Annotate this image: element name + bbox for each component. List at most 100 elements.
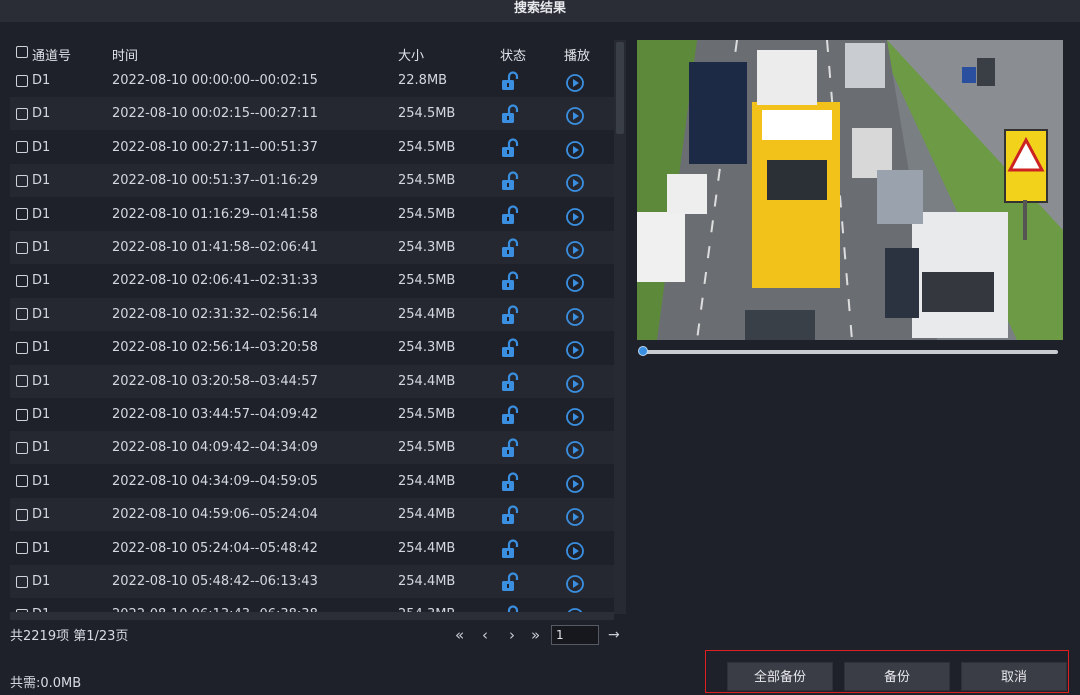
unlock-icon[interactable]	[500, 472, 520, 492]
last-page-icon[interactable]: »	[531, 626, 540, 644]
table-row[interactable]: D1 2022-08-10 05:48:42--06:13:43 254.4MB	[10, 565, 614, 598]
header-status: 状态	[500, 49, 527, 64]
row-checkbox[interactable]	[16, 465, 28, 498]
row-checkbox[interactable]	[16, 97, 28, 130]
scrollbar-thumb[interactable]	[616, 42, 624, 134]
play-icon[interactable]	[566, 506, 584, 527]
unlock-icon[interactable]	[500, 372, 520, 392]
unlock-icon[interactable]	[500, 238, 520, 258]
unlock-icon[interactable]	[500, 505, 520, 525]
next-page-icon[interactable]: ›	[509, 626, 515, 644]
unlock-icon[interactable]	[500, 205, 520, 225]
horizontal-scrollbar[interactable]	[10, 612, 614, 620]
row-channel: D1	[32, 139, 51, 155]
unlock-icon[interactable]	[500, 104, 520, 124]
play-icon[interactable]	[566, 540, 584, 560]
row-checkbox[interactable]	[16, 264, 28, 297]
backup-button[interactable]: 备份	[844, 662, 950, 691]
row-checkbox[interactable]	[16, 532, 28, 565]
play-icon[interactable]	[566, 373, 584, 393]
row-checkbox[interactable]	[16, 365, 28, 398]
first-page-icon[interactable]: «	[455, 626, 464, 644]
play-icon[interactable]	[566, 573, 584, 593]
video-preview[interactable]	[637, 40, 1063, 340]
row-time: 2022-08-10 00:02:15--00:27:11	[112, 106, 318, 122]
row-size: 254.5MB	[398, 139, 456, 155]
play-icon[interactable]	[566, 72, 584, 92]
row-checkbox[interactable]	[16, 198, 28, 231]
row-checkbox[interactable]	[16, 431, 28, 464]
table-row[interactable]: D1 2022-08-10 00:02:15--00:27:11 254.5MB	[10, 97, 614, 131]
row-size: 254.4MB	[398, 574, 456, 589]
vertical-scrollbar[interactable]	[614, 40, 626, 614]
table-row[interactable]: D1 2022-08-10 04:34:09--04:59:05 254.4MB	[10, 465, 614, 498]
row-checkbox[interactable]	[16, 164, 28, 197]
row-time: 2022-08-10 00:51:37--01:16:29	[112, 173, 318, 189]
window-title: 搜索结果	[0, 0, 1080, 22]
unlock-icon[interactable]	[500, 138, 520, 158]
unlock-icon[interactable]	[500, 572, 520, 592]
table-row[interactable]: D1 2022-08-10 02:31:32--02:56:14 254.4MB	[10, 297, 614, 331]
table-row[interactable]: D1 2022-08-10 01:41:58--02:06:41 254.3MB	[10, 231, 614, 264]
row-time: 2022-08-10 05:24:04--05:48:42	[112, 540, 318, 556]
row-time: 2022-08-10 04:09:42--04:34:09	[112, 440, 318, 456]
play-icon[interactable]	[566, 406, 584, 426]
page-number-input[interactable]	[551, 625, 599, 645]
row-checkbox[interactable]	[16, 398, 28, 431]
row-channel: D1	[32, 273, 51, 289]
row-channel: D1	[32, 540, 51, 556]
row-time: 2022-08-10 02:31:32--02:56:14	[112, 306, 318, 322]
row-checkbox[interactable]	[16, 331, 28, 364]
table-row[interactable]: D1 2022-08-10 00:00:00--00:02:15 22.8MB	[10, 64, 614, 98]
row-checkbox[interactable]	[16, 131, 28, 164]
row-channel: D1	[32, 574, 51, 589]
required-size: 共需:0.0MB	[10, 676, 82, 691]
unlock-icon[interactable]	[500, 338, 520, 358]
row-size: 254.5MB	[398, 106, 456, 122]
row-time: 2022-08-10 05:48:42--06:13:43	[112, 574, 318, 589]
row-checkbox[interactable]	[16, 231, 28, 264]
row-checkbox[interactable]	[16, 64, 28, 97]
play-icon[interactable]	[566, 272, 584, 293]
prev-page-icon[interactable]: ‹	[482, 626, 488, 644]
playback-progress-track[interactable]	[642, 350, 1058, 354]
play-icon[interactable]	[566, 206, 584, 226]
playback-progress-handle[interactable]	[638, 346, 648, 356]
table-row[interactable]: D1 2022-08-10 00:51:37--01:16:29 254.5MB	[10, 164, 614, 198]
table-row[interactable]: D1 2022-08-10 04:59:06--05:24:04 254.4MB	[10, 498, 614, 532]
row-checkbox[interactable]	[16, 565, 28, 598]
play-icon[interactable]	[566, 306, 584, 326]
play-icon[interactable]	[566, 172, 584, 193]
play-icon[interactable]	[566, 439, 584, 460]
backup-all-button[interactable]: 全部备份	[727, 662, 833, 691]
table-row[interactable]: D1 2022-08-10 00:27:11--00:51:37 254.5MB	[10, 131, 614, 164]
play-icon[interactable]	[566, 473, 584, 493]
header-play: 播放	[564, 49, 591, 64]
row-channel: D1	[32, 340, 51, 356]
row-time: 2022-08-10 01:16:29--01:41:58	[112, 206, 318, 222]
select-all-checkbox[interactable]	[16, 44, 28, 59]
play-icon[interactable]	[566, 239, 584, 259]
unlock-icon[interactable]	[500, 539, 520, 559]
table-row[interactable]: D1 2022-08-10 05:24:04--05:48:42 254.4MB	[10, 532, 614, 565]
unlock-icon[interactable]	[500, 271, 520, 291]
unlock-icon[interactable]	[500, 438, 520, 458]
table-row[interactable]: D1 2022-08-10 02:06:41--02:31:33 254.5MB	[10, 264, 614, 297]
play-icon[interactable]	[566, 339, 584, 360]
unlock-icon[interactable]	[500, 171, 520, 191]
go-page-icon[interactable]: →	[608, 627, 620, 643]
cancel-button[interactable]: 取消	[961, 662, 1067, 691]
table-row[interactable]: D1 2022-08-10 02:56:14--03:20:58 254.3MB	[10, 331, 614, 364]
unlock-icon[interactable]	[500, 71, 520, 91]
play-icon[interactable]	[566, 139, 584, 159]
table-row[interactable]: D1 2022-08-10 01:16:29--01:41:58 254.5MB	[10, 198, 614, 231]
row-size: 254.4MB	[398, 540, 456, 556]
unlock-icon[interactable]	[500, 305, 520, 325]
table-row[interactable]: D1 2022-08-10 03:44:57--04:09:42 254.5MB	[10, 398, 614, 431]
unlock-icon[interactable]	[500, 405, 520, 425]
table-row[interactable]: D1 2022-08-10 04:09:42--04:34:09 254.5MB	[10, 431, 614, 465]
table-row[interactable]: D1 2022-08-10 03:20:58--03:44:57 254.4MB	[10, 364, 614, 398]
play-icon[interactable]	[566, 105, 584, 126]
row-checkbox[interactable]	[16, 298, 28, 331]
row-checkbox[interactable]	[16, 498, 28, 531]
